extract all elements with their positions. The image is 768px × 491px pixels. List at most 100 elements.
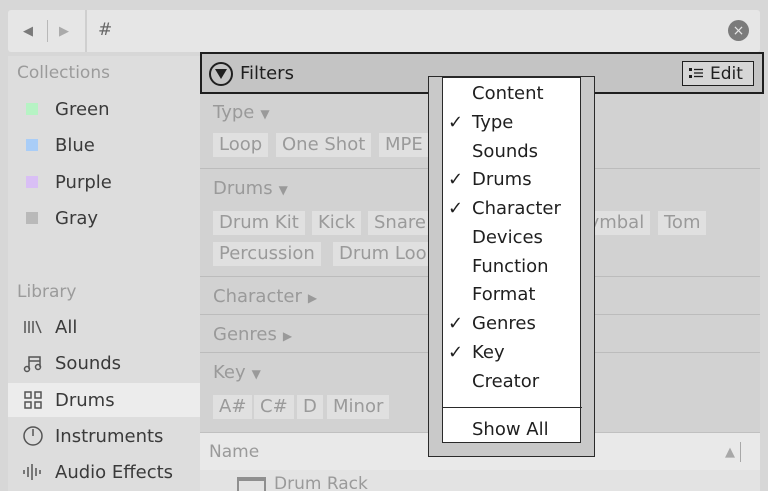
filter-chip[interactable]: One Shot xyxy=(276,133,372,157)
menu-item-label: Devices xyxy=(472,227,543,248)
menu-item-label: Show All xyxy=(472,419,549,440)
chevron-down-icon: ▼ xyxy=(251,367,261,381)
menu-item-label: Sounds xyxy=(472,141,539,162)
check-icon: ✓ xyxy=(448,313,464,334)
genres-section-header[interactable]: Genres ▶ xyxy=(213,324,292,345)
all-icon xyxy=(24,320,42,334)
collection-label: Gray xyxy=(55,207,99,229)
library-label: Instruments xyxy=(55,425,164,447)
sidebar-item-all[interactable]: All xyxy=(8,310,200,344)
menu-item-key[interactable]: ✓ Key xyxy=(443,341,582,369)
menu-divider xyxy=(443,407,582,408)
genres-title: Genres xyxy=(213,324,277,345)
menu-item-label: Content xyxy=(472,83,544,104)
chevron-right-icon: ▶ xyxy=(282,329,293,343)
collection-blue[interactable]: Blue xyxy=(8,128,200,162)
audio-effects-icon xyxy=(23,464,41,480)
menu-item-creator[interactable]: Creator xyxy=(443,370,582,398)
menu-item-format[interactable]: Format xyxy=(443,283,582,311)
check-icon: ✓ xyxy=(448,198,464,219)
menu-item-label: Drums xyxy=(472,169,532,190)
search-bar: ◀ ▶ # × xyxy=(8,10,760,52)
menu-item-label: Genres xyxy=(472,313,536,334)
menu-item-type[interactable]: ✓ Type xyxy=(443,111,582,139)
sounds-icon xyxy=(23,356,42,373)
search-input[interactable]: # xyxy=(98,20,112,40)
menu-item-function[interactable]: Function xyxy=(443,255,582,283)
library-label: Drums xyxy=(55,389,115,411)
sidebar: Collections Green Blue Purple Gray Libra… xyxy=(8,56,200,491)
type-section-header[interactable]: Type ▼ xyxy=(213,102,270,123)
sidebar-item-sounds[interactable]: Sounds xyxy=(8,346,200,380)
check-icon: ✓ xyxy=(448,112,464,133)
color-swatch xyxy=(26,212,38,224)
forward-button[interactable]: ▶ xyxy=(54,20,74,42)
filter-chip[interactable]: Percussion xyxy=(213,242,321,266)
menu-item-label: Format xyxy=(472,284,536,305)
menu-item-character[interactable]: ✓ Character xyxy=(443,197,582,225)
sidebar-item-drums[interactable]: Drums xyxy=(8,383,200,417)
chevron-down-icon: ▼ xyxy=(278,183,288,197)
character-title: Character xyxy=(213,286,302,307)
sort-ascending-icon[interactable]: ▲ xyxy=(725,445,735,460)
drums-section-header[interactable]: Drums ▼ xyxy=(213,178,288,199)
menu-item-drums[interactable]: ✓ Drums xyxy=(443,168,582,196)
filter-chip[interactable]: C# xyxy=(254,395,294,419)
back-button[interactable]: ◀ xyxy=(18,20,38,42)
nav-divider xyxy=(47,20,48,42)
filter-chip[interactable]: Snare xyxy=(368,211,432,235)
clear-search-button[interactable]: × xyxy=(728,20,749,41)
filter-chip[interactable]: D xyxy=(297,395,323,419)
library-label: Sounds xyxy=(55,352,122,374)
row-name: Drum Rack xyxy=(274,474,368,491)
triangle-down-icon xyxy=(215,69,227,79)
menu-item-show-all[interactable]: Show All xyxy=(443,418,582,446)
filter-chip[interactable]: Loop xyxy=(213,133,269,157)
menu-item-genres[interactable]: ✓ Genres xyxy=(443,312,582,340)
key-section-header[interactable]: Key ▼ xyxy=(213,362,261,383)
drums-grid-icon xyxy=(24,391,42,409)
check-icon: ✓ xyxy=(448,169,464,190)
filters-title: Filters xyxy=(240,63,294,84)
table-row[interactable]: Drum Rack xyxy=(200,470,760,491)
filter-chip[interactable]: Drum Kit xyxy=(213,211,305,235)
color-swatch xyxy=(26,176,38,188)
menu-item-content[interactable]: Content xyxy=(443,82,582,110)
filter-chip[interactable]: Kick xyxy=(312,211,362,235)
color-swatch xyxy=(26,139,38,151)
character-section-header[interactable]: Character ▶ xyxy=(213,286,317,307)
rack-icon xyxy=(237,477,266,491)
chevron-right-icon: ▶ xyxy=(307,291,318,305)
sidebar-item-audio-effects[interactable]: Audio Effects xyxy=(8,455,200,489)
library-label: All xyxy=(55,316,78,338)
filters-toggle-button[interactable] xyxy=(209,62,233,86)
menu-item-devices[interactable]: Devices xyxy=(443,226,582,254)
menu-item-label: Type xyxy=(472,112,514,133)
chevron-down-icon: ▼ xyxy=(260,107,270,121)
menu-list: Content ✓ Type Sounds ✓ Drums ✓ Character D… xyxy=(442,77,582,446)
edit-filters-button[interactable]: Edit xyxy=(682,61,754,86)
menu-item-label: Character xyxy=(472,198,561,219)
search-divider xyxy=(85,10,87,52)
library-label: Audio Effects xyxy=(55,461,174,483)
column-divider xyxy=(740,442,741,462)
collections-heading: Collections xyxy=(17,63,110,83)
filter-chip[interactable]: Minor xyxy=(327,395,390,419)
filter-chip[interactable]: A# xyxy=(213,395,253,419)
filter-options-menu: Content ✓ Type Sounds ✓ Drums ✓ Character D… xyxy=(428,76,595,457)
collection-green[interactable]: Green xyxy=(8,92,200,126)
instruments-icon xyxy=(23,426,43,446)
library-heading: Library xyxy=(17,282,77,302)
filter-chip[interactable]: Tom xyxy=(658,211,707,235)
collection-gray[interactable]: Gray xyxy=(8,201,200,235)
check-icon: ✓ xyxy=(448,342,464,363)
name-column-header[interactable]: Name xyxy=(209,442,259,462)
sidebar-item-instruments[interactable]: Instruments xyxy=(8,419,200,453)
menu-item-label: Creator xyxy=(472,371,540,392)
collection-label: Purple xyxy=(55,171,112,193)
collection-purple[interactable]: Purple xyxy=(8,165,200,199)
menu-item-sounds[interactable]: Sounds xyxy=(443,140,582,168)
edit-label: Edit xyxy=(710,64,743,84)
key-title: Key xyxy=(213,362,246,383)
type-title: Type xyxy=(213,102,255,123)
